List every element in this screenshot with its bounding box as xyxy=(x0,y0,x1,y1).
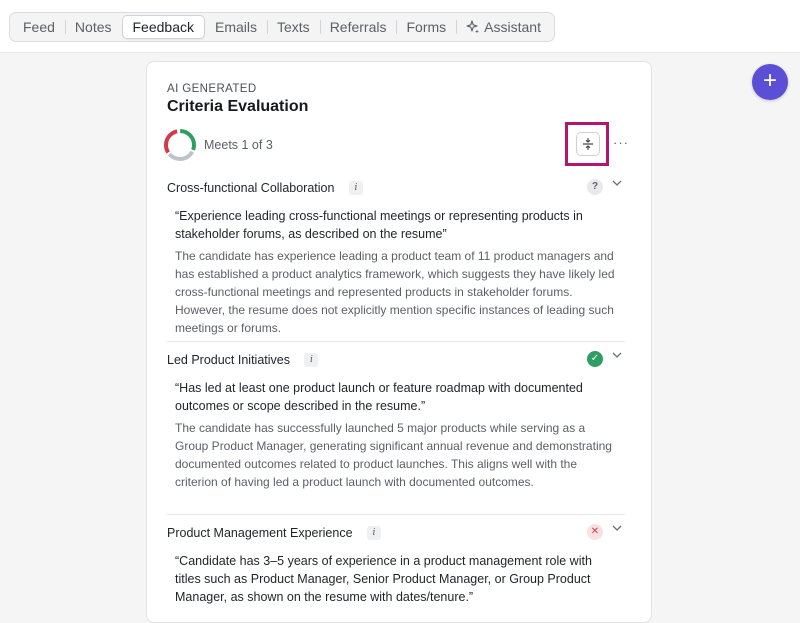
collapse-icon xyxy=(583,138,593,150)
status-unknown-icon: ? xyxy=(587,179,603,195)
status-not-met-icon: ✕ xyxy=(587,524,603,540)
status-met-icon: ✓ xyxy=(587,351,603,367)
criterion-name[interactable]: Led Product Initiatives xyxy=(167,353,290,367)
tab-bar: Feed Notes Feedback Emails Texts Referra… xyxy=(9,12,555,42)
tab-feed[interactable]: Feed xyxy=(13,15,65,39)
tab-assistant-label: Assistant xyxy=(484,19,541,35)
criterion-item: Product Management Experience i ✕ “Candi… xyxy=(167,524,625,606)
criterion-name[interactable]: Cross-functional Collaboration xyxy=(167,181,334,195)
chevron-down-icon[interactable] xyxy=(611,349,623,364)
criterion-item: Cross-functional Collaboration i ? “Expe… xyxy=(167,179,625,337)
sparkle-icon xyxy=(466,16,480,40)
meets-summary: Meets 1 of 3 xyxy=(204,138,273,152)
tab-assistant[interactable]: Assistant xyxy=(456,15,551,39)
add-button[interactable]: + xyxy=(752,64,788,100)
tab-emails[interactable]: Emails xyxy=(205,15,267,39)
info-icon[interactable]: i xyxy=(366,525,381,540)
progress-ring-icon xyxy=(164,129,196,161)
criterion-quote: “Has led at least one product launch or … xyxy=(175,381,583,413)
criterion-name[interactable]: Product Management Experience xyxy=(167,526,353,540)
chevron-down-icon[interactable] xyxy=(611,522,623,537)
tab-forms[interactable]: Forms xyxy=(396,15,456,39)
info-icon[interactable]: i xyxy=(348,180,363,195)
tab-notes[interactable]: Notes xyxy=(64,15,122,39)
tab-texts[interactable]: Texts xyxy=(267,15,320,39)
chevron-down-icon[interactable] xyxy=(611,177,623,192)
ai-generated-label: AI GENERATED xyxy=(167,83,257,95)
collapse-all-button[interactable] xyxy=(576,132,600,156)
criterion-item: Led Product Initiatives i ✓ “Has led at … xyxy=(167,351,625,491)
criteria-evaluation-card: AI GENERATED Criteria Evaluation Meets 1… xyxy=(146,61,652,623)
tab-feedback[interactable]: Feedback xyxy=(121,15,205,39)
divider xyxy=(167,341,625,342)
divider xyxy=(167,514,625,515)
criterion-reasoning: The candidate has successfully launched … xyxy=(175,421,612,489)
tab-referrals[interactable]: Referrals xyxy=(319,15,397,39)
criterion-quote: “Experience leading cross-functional mee… xyxy=(175,209,583,241)
criterion-reasoning: The candidate has experience leading a p… xyxy=(175,249,615,335)
criterion-quote: “Candidate has 3–5 years of experience i… xyxy=(175,554,592,604)
top-bar: Feed Notes Feedback Emails Texts Referra… xyxy=(0,0,800,53)
info-icon[interactable]: i xyxy=(304,352,319,367)
more-options-button[interactable]: ··· xyxy=(613,135,629,150)
card-title: Criteria Evaluation xyxy=(167,98,309,115)
